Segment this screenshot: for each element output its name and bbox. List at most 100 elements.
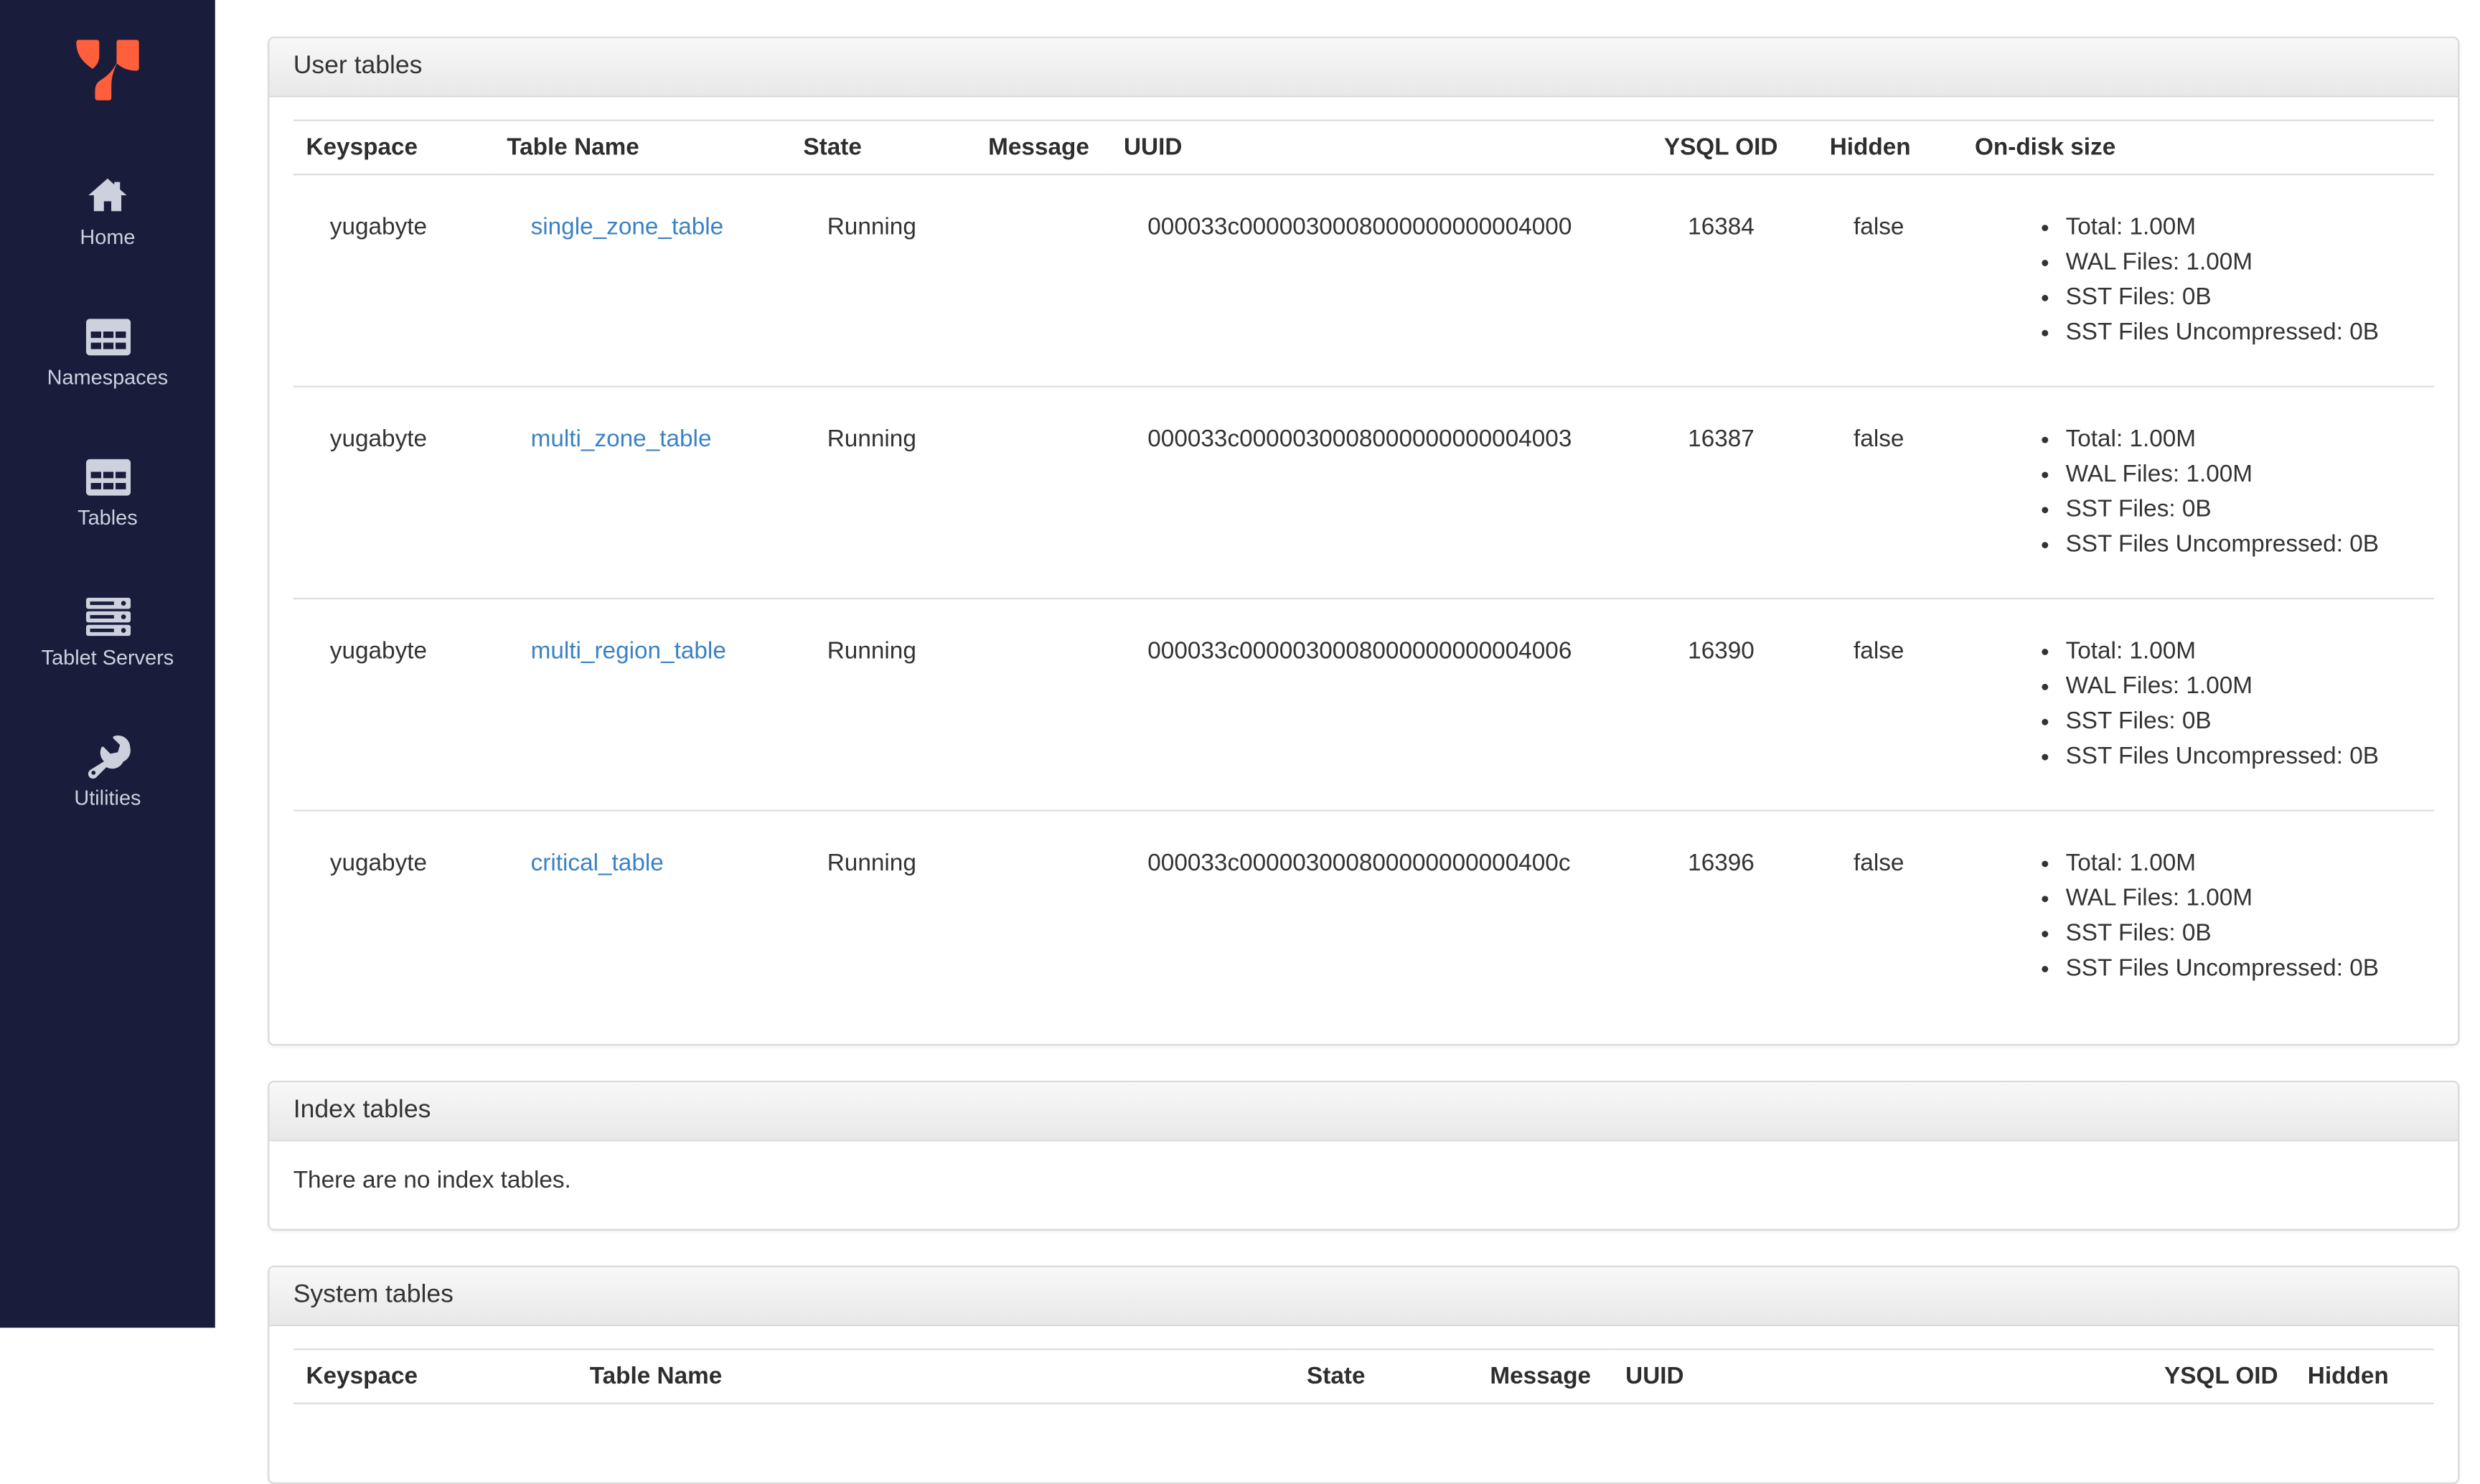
- column-header-on-disk-size: On-disk size: [1962, 119, 2434, 176]
- column-header-state: State: [1294, 1348, 1478, 1404]
- hidden-cell: false: [1816, 385, 1963, 599]
- disk-size-item: SST Files: 0B: [2066, 492, 2421, 527]
- sidebar: Home Namespaces Tables Tablet Servers Ut…: [0, 0, 215, 1328]
- sidebar-item-home[interactable]: Home: [0, 174, 215, 250]
- on-disk-size-cell: Total: 1.00M WAL Files: 1.00M SST Files:…: [1962, 809, 2434, 1022]
- no-index-tables-message: There are no index tables.: [293, 1166, 571, 1194]
- index-tables-panel-heading: Index tables: [269, 1082, 2458, 1142]
- table-name-link[interactable]: single_zone_table: [531, 214, 724, 241]
- panel-title: User tables: [293, 52, 423, 80]
- table-name-link[interactable]: multi_region_table: [531, 637, 726, 664]
- uuid-cell: 000033c000003000800000000000400c: [1111, 809, 1652, 1022]
- on-disk-size-list: Total: 1.00M WAL Files: 1.00M SST Files:…: [1998, 846, 2421, 986]
- on-disk-size-list: Total: 1.00M WAL Files: 1.00M SST Files:…: [1998, 210, 2421, 350]
- system-tables-panel-body: Keyspace Table Name State Message UUID Y…: [269, 1326, 2458, 1483]
- column-header-uuid: UUID: [1111, 119, 1652, 176]
- column-header-keyspace: Keyspace: [293, 119, 494, 176]
- message-cell: [975, 597, 1112, 811]
- disk-size-item: SST Files Uncompressed: 0B: [2066, 316, 2421, 351]
- state-cell: Running: [827, 213, 916, 241]
- table-row: yugabyte multi_zone_table Running 000033…: [293, 385, 2434, 599]
- index-tables-panel-body: There are no index tables.: [269, 1141, 2458, 1229]
- disk-size-item: WAL Files: 1.00M: [2066, 670, 2421, 705]
- ysql-oid-cell: 16387: [1651, 385, 1817, 599]
- hidden-cell: false: [1854, 213, 1904, 241]
- system-tables-panel-heading: System tables: [269, 1267, 2458, 1327]
- keyspace-cell: yugabyte: [293, 809, 494, 1022]
- utilities-icon: [85, 735, 130, 779]
- disk-size-item: WAL Files: 1.00M: [2066, 457, 2421, 492]
- state-cell: Running: [790, 809, 976, 1022]
- table-name-cell: multi_region_table: [494, 597, 791, 811]
- column-header-table-name: Table Name: [576, 1348, 1295, 1404]
- disk-size-item: Total: 1.00M: [2066, 423, 2421, 458]
- home-icon: [86, 174, 129, 218]
- table-name-link[interactable]: critical_table: [531, 850, 664, 877]
- ysql-oid-cell: 16396: [1651, 809, 1817, 1022]
- disk-size-item: Total: 1.00M: [2066, 634, 2421, 670]
- hidden-cell: false: [1816, 597, 1963, 811]
- table-header-row: Keyspace Table Name State Message UUID Y…: [293, 1348, 2434, 1404]
- user-tables-panel: User tables Keyspace Table Name State Me…: [268, 37, 2460, 1046]
- sidebar-item-label: Namespaces: [47, 365, 169, 389]
- disk-size-item: WAL Files: 1.00M: [2066, 881, 2421, 916]
- sidebar-item-tablet-servers[interactable]: Tablet Servers: [0, 595, 215, 672]
- sidebar-item-label: Utilities: [74, 786, 141, 810]
- ysql-oid-cell: 16384: [1688, 213, 1755, 241]
- panel-title: System tables: [293, 1281, 454, 1309]
- disk-size-item: SST Files: 0B: [2066, 281, 2421, 316]
- sidebar-item-label: Tables: [78, 505, 138, 530]
- column-header-state: State: [790, 119, 976, 176]
- disk-size-item: SST Files Uncompressed: 0B: [2066, 527, 2421, 563]
- column-header-message: Message: [1477, 1348, 1613, 1404]
- keyspace-cell: yugabyte: [293, 385, 494, 599]
- column-header-table-name: Table Name: [494, 119, 791, 176]
- uuid-cell: 000033c0000030008000000000004003: [1111, 385, 1652, 599]
- disk-size-item: SST Files: 0B: [2066, 916, 2421, 952]
- main-content: User tables Keyspace Table Name State Me…: [215, 0, 2480, 1484]
- column-header-ysql-oid: YSQL OID: [1651, 119, 1817, 176]
- system-tables-panel: System tables Keyspace Table Name State …: [268, 1265, 2460, 1484]
- namespaces-icon: [85, 314, 131, 359]
- table-header-row: Keyspace Table Name State Message UUID Y…: [293, 119, 2434, 176]
- panel-title: Index tables: [293, 1096, 431, 1124]
- hidden-cell: false: [1816, 809, 1963, 1022]
- user-tables-panel-body: Keyspace Table Name State Message UUID Y…: [269, 97, 2458, 1043]
- disk-size-item: SST Files Uncompressed: 0B: [2066, 952, 2421, 987]
- uuid-cell: 000033c0000030008000000000004000: [1147, 213, 1572, 241]
- table-row: yugabyte multi_region_table Running 0000…: [293, 597, 2434, 811]
- user-tables-table: Keyspace Table Name State Message UUID Y…: [293, 119, 2434, 1022]
- disk-size-item: WAL Files: 1.00M: [2066, 245, 2421, 281]
- yugabyte-master-ui: Home Namespaces Tables Tablet Servers Ut…: [0, 0, 2480, 1484]
- table-name-link[interactable]: multi_zone_table: [531, 426, 712, 453]
- system-tables-table: Keyspace Table Name State Message UUID Y…: [293, 1348, 2434, 1404]
- keyspace-cell: yugabyte: [293, 597, 494, 811]
- tables-icon: [85, 454, 131, 499]
- table-name-cell: critical_table: [494, 809, 791, 1022]
- yugabyte-logo-icon: [75, 39, 138, 100]
- disk-size-item: Total: 1.00M: [2066, 846, 2421, 881]
- table-row: yugabyte critical_table Running 000033c0…: [293, 809, 2434, 1022]
- on-disk-size-list: Total: 1.00M WAL Files: 1.00M SST Files:…: [1998, 634, 2421, 774]
- disk-size-item: SST Files Uncompressed: 0B: [2066, 740, 2421, 775]
- on-disk-size-list: Total: 1.00M WAL Files: 1.00M SST Files:…: [1998, 423, 2421, 563]
- column-header-ysql-oid: YSQL OID: [2151, 1348, 2296, 1404]
- on-disk-size-cell: Total: 1.00M WAL Files: 1.00M SST Files:…: [1962, 174, 2434, 386]
- table-name-cell: single_zone_table: [494, 174, 791, 386]
- sidebar-item-utilities[interactable]: Utilities: [0, 735, 215, 812]
- column-header-hidden: Hidden: [2295, 1348, 2434, 1404]
- table-row: yugabyte single_zone_table Running 00003…: [293, 174, 2434, 386]
- uuid-cell: 000033c0000030008000000000004006: [1111, 597, 1652, 811]
- sidebar-item-tables[interactable]: Tables: [0, 454, 215, 531]
- message-cell: [975, 174, 1111, 386]
- column-header-keyspace: Keyspace: [293, 1348, 577, 1404]
- sidebar-item-label: Tablet Servers: [41, 645, 174, 670]
- message-cell: [975, 385, 1112, 599]
- keyspace-cell: yugabyte: [329, 213, 428, 241]
- sidebar-item-namespaces[interactable]: Namespaces: [0, 314, 215, 391]
- tablet-servers-icon: [85, 595, 131, 639]
- message-cell: [975, 809, 1112, 1022]
- column-header-uuid: UUID: [1612, 1348, 2152, 1404]
- table-name-cell: multi_zone_table: [494, 385, 791, 599]
- disk-size-item: Total: 1.00M: [2066, 210, 2421, 245]
